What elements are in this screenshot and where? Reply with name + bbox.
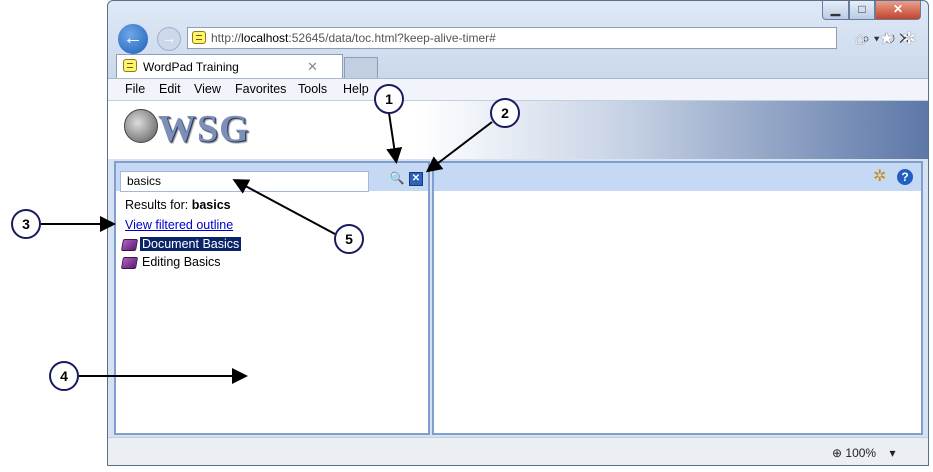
callout-2: 2 bbox=[490, 98, 520, 128]
callout-3: 3 bbox=[11, 209, 41, 239]
annotation-arrows bbox=[41, 112, 493, 384]
arrow-2 bbox=[425, 121, 493, 173]
arrow-5 bbox=[232, 179, 336, 235]
arrow-1 bbox=[386, 112, 403, 164]
callout-4: 4 bbox=[49, 361, 79, 391]
callout-5: 5 bbox=[334, 224, 364, 254]
callout-1: 1 bbox=[374, 84, 404, 114]
